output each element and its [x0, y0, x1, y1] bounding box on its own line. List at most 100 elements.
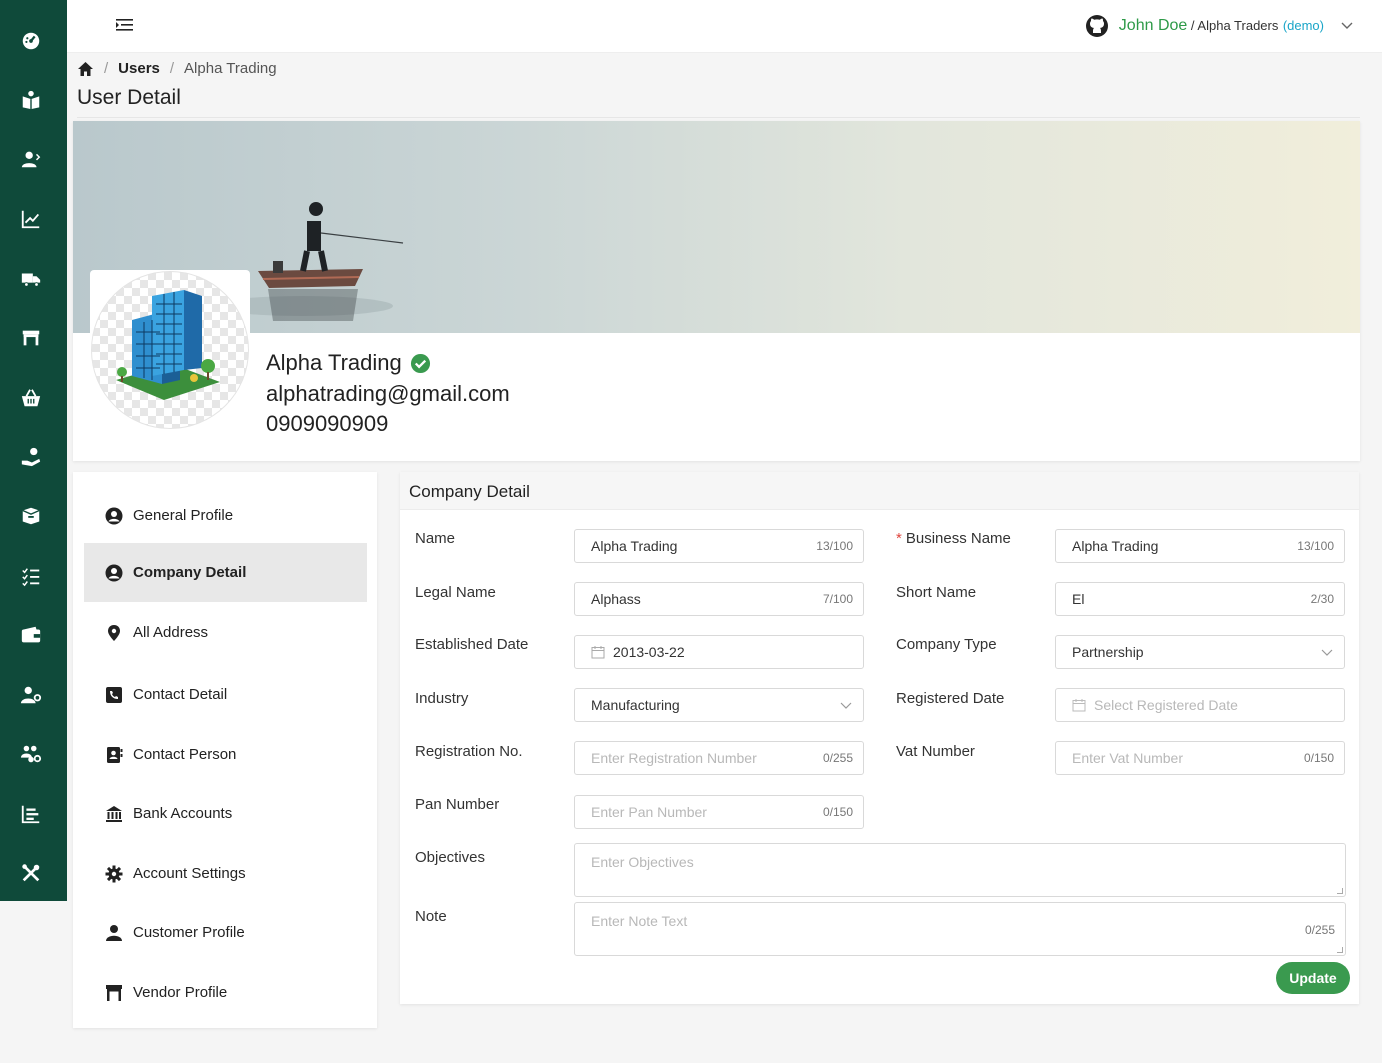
box-icon[interactable]	[18, 503, 44, 529]
home-icon[interactable]	[77, 61, 94, 77]
nav-all-address[interactable]: All Address	[84, 603, 367, 662]
profile-card: Alpha Trading alphatrading@gmail.com 090…	[73, 121, 1360, 461]
registration-no-input[interactable]: Enter Registration Number 0/255	[574, 741, 864, 775]
user-name[interactable]: John Doe	[1119, 17, 1188, 34]
nav-contact-person[interactable]: Contact Person	[84, 725, 367, 784]
company-phone: 0909090909	[266, 411, 389, 436]
nav-customer-profile[interactable]: Customer Profile	[84, 903, 367, 962]
update-button[interactable]: Update	[1276, 962, 1350, 994]
name-value: Alpha Trading	[591, 538, 678, 554]
established-date-picker[interactable]: 2013-03-22	[574, 635, 864, 669]
tools-icon[interactable]	[18, 860, 44, 886]
report-list-icon[interactable]	[18, 801, 44, 827]
user-menu[interactable]: John Doe / Alpha Traders (demo)	[1085, 14, 1354, 38]
nav-label: General Profile	[133, 507, 234, 524]
nav-label: Contact Person	[133, 746, 237, 763]
book-user-icon[interactable]	[18, 87, 44, 113]
registration-no-label: Registration No.	[415, 743, 523, 760]
company-type-value: Partnership	[1072, 644, 1144, 660]
registered-date-picker[interactable]: Select Registered Date	[1055, 688, 1345, 722]
breadcrumb-users[interactable]: Users	[118, 60, 160, 77]
truck-icon[interactable]	[18, 266, 44, 292]
user-circle-icon	[105, 564, 123, 581]
business-name-input[interactable]: Alpha Trading 13/100	[1055, 529, 1345, 563]
company-name-text: Alpha Trading	[266, 350, 402, 375]
char-count: 7/100	[822, 592, 853, 606]
company-type-label: Company Type	[896, 636, 997, 653]
header-separator: /	[1187, 18, 1198, 33]
char-count: 2/30	[1310, 592, 1334, 606]
note-label: Note	[415, 908, 447, 925]
nav-account-settings[interactable]: Account Settings	[84, 844, 367, 903]
hand-money-icon[interactable]	[18, 444, 44, 470]
gear-icon	[105, 865, 123, 882]
nav-label: All Address	[133, 624, 209, 641]
basket-icon[interactable]	[18, 385, 44, 411]
nav-label: Contact Detail	[133, 686, 228, 703]
bank-icon	[106, 805, 122, 822]
industry-value: Manufacturing	[591, 697, 680, 713]
card-title: Company Detail	[400, 472, 1359, 510]
chevron-down-icon[interactable]	[1340, 19, 1354, 33]
github-icon	[1085, 15, 1108, 37]
building-icon	[116, 290, 220, 400]
nav-general-profile[interactable]: General Profile	[84, 486, 367, 545]
breadcrumb-separator: /	[104, 60, 109, 77]
objectives-label: Objectives	[415, 849, 486, 866]
page-title: User Detail	[77, 86, 181, 109]
char-count: 0/150	[822, 805, 853, 819]
store-icon[interactable]	[18, 325, 44, 351]
name-input[interactable]: Alpha Trading 13/100	[574, 529, 864, 563]
breadcrumb-separator: /	[169, 60, 175, 77]
legal-name-value: Alphass	[591, 591, 641, 607]
dashboard-icon[interactable]	[18, 28, 44, 54]
nav-bank-accounts[interactable]: Bank Accounts	[84, 784, 367, 843]
checklist-icon[interactable]	[18, 563, 44, 589]
user-gear-icon[interactable]	[18, 682, 44, 708]
resize-handle[interactable]	[1337, 888, 1343, 894]
cover-banner-image	[73, 121, 1360, 333]
nav-label: Vendor Profile	[133, 984, 228, 1001]
note-textarea[interactable]: Enter Note Text 0/255	[574, 902, 1346, 956]
short-name-input[interactable]: El 2/30	[1055, 582, 1345, 616]
nav-contact-detail[interactable]: Contact Detail	[84, 665, 367, 724]
legal-name-input[interactable]: Alphass 7/100	[574, 582, 864, 616]
phone-icon	[106, 686, 122, 703]
objectives-placeholder: Enter Objectives	[591, 854, 694, 870]
avatar[interactable]	[91, 271, 249, 429]
company-type-select[interactable]: Partnership	[1055, 635, 1345, 669]
title-divider	[77, 117, 1360, 118]
chevron-down-icon	[840, 702, 852, 709]
breadcrumb: / Users / Alpha Trading	[77, 60, 277, 77]
industry-label: Industry	[415, 690, 469, 707]
char-count: 13/100	[816, 539, 853, 553]
wallet-icon[interactable]	[18, 622, 44, 648]
company-email: alphatrading@gmail.com	[266, 381, 510, 406]
char-count: 13/100	[1297, 539, 1334, 553]
nav-company-detail[interactable]: Company Detail	[84, 543, 367, 602]
nav-label: Company Detail	[133, 564, 247, 581]
note-placeholder: Enter Note Text	[591, 913, 688, 929]
objectives-textarea[interactable]: Enter Objectives	[574, 843, 1346, 897]
established-date-value: 2013-03-22	[613, 644, 685, 660]
users-gear-icon[interactable]	[18, 741, 44, 767]
demo-badge: (demo)	[1282, 18, 1324, 33]
user-company: Alpha Traders	[1197, 18, 1279, 33]
pan-number-placeholder: Enter Pan Number	[591, 804, 707, 820]
contact-book-icon	[107, 746, 123, 763]
menu-toggle-icon[interactable]	[115, 16, 135, 36]
user-arrow-icon[interactable]	[18, 146, 44, 172]
vat-number-input[interactable]: Enter Vat Number 0/150	[1055, 741, 1345, 775]
industry-select[interactable]: Manufacturing	[574, 688, 864, 722]
nav-label: Bank Accounts	[133, 805, 233, 822]
registration-no-placeholder: Enter Registration Number	[591, 750, 757, 766]
nav-vendor-profile[interactable]: Vendor Profile	[84, 963, 367, 1022]
resize-handle[interactable]	[1337, 947, 1343, 953]
pan-number-input[interactable]: Enter Pan Number 0/150	[574, 795, 864, 829]
business-name-label: * Business Name	[896, 530, 1011, 547]
chart-line-icon[interactable]	[18, 206, 44, 232]
legal-name-label: Legal Name	[415, 584, 496, 601]
char-count: 0/255	[822, 751, 853, 765]
business-name-label-text: Business Name	[905, 530, 1011, 547]
name-label: Name	[415, 530, 456, 547]
